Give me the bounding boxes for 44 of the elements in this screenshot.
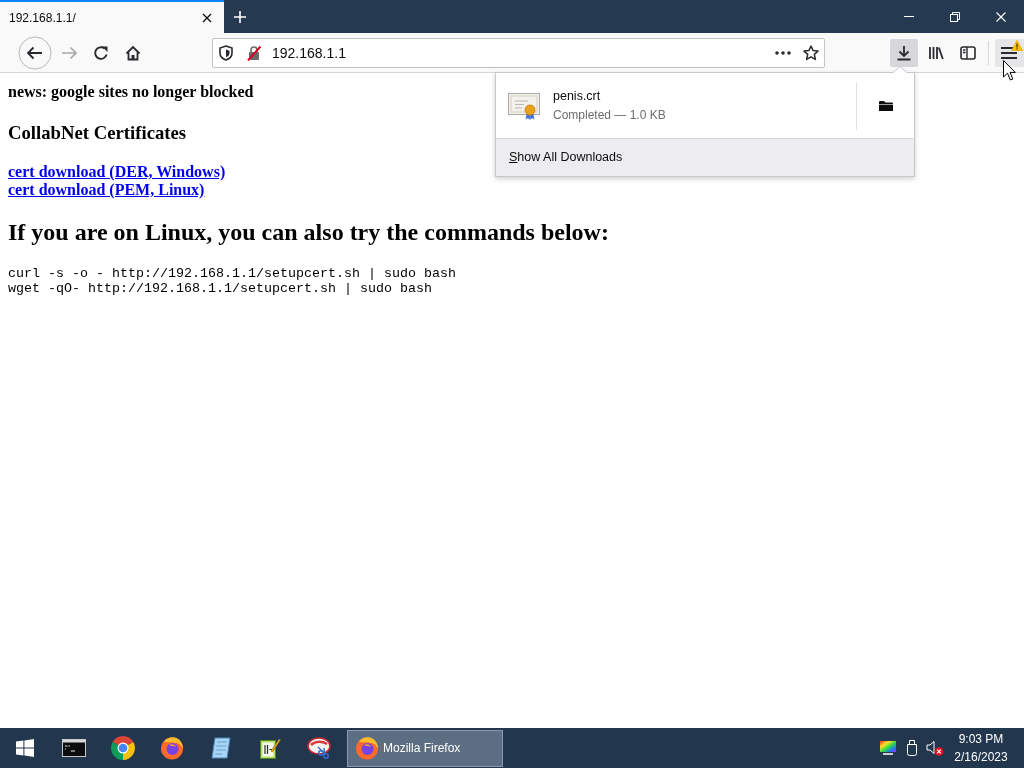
bookmark-star-icon[interactable] — [803, 44, 820, 61]
command-text: wget -qO- http://192.168.1.1/setupcert.sh | sudo bash — [8, 280, 432, 296]
file-name[interactable]: penis.crt — [553, 87, 601, 105]
show-all-downloads-button[interactable]: Show All Downloads — [496, 138, 914, 176]
terminal-icon[interactable] — [61, 739, 86, 757]
firefox-icon — [355, 736, 379, 760]
download-icon — [895, 44, 912, 61]
home-icon[interactable] — [125, 44, 141, 61]
sidebar-icon[interactable] — [959, 45, 976, 60]
taskbar-window-button[interactable]: Mozilla Firefox — [347, 729, 503, 767]
new-tab-icon[interactable] — [234, 10, 246, 23]
clock-date[interactable]: 2/16/2023 — [954, 748, 1008, 766]
windows-start-icon[interactable] — [15, 739, 34, 757]
crossed-lock-icon[interactable] — [246, 44, 262, 61]
close-tab-icon[interactable] — [202, 12, 212, 23]
menu-icon — [1001, 46, 1018, 59]
firefox-icon[interactable] — [159, 736, 184, 760]
download-status: Completed — 1.0 KB — [553, 106, 666, 124]
chrome-icon[interactable] — [110, 736, 135, 760]
clock-time[interactable]: 9:03 PM — [958, 730, 1004, 748]
notepad-icon[interactable] — [209, 737, 232, 759]
usb-drive-icon[interactable] — [906, 740, 918, 756]
download-link[interactable]: cert download (DER, Windows) — [8, 163, 226, 181]
news-text: news: google sites no longer blocked — [8, 83, 254, 101]
section-heading: If you are on Linux, you can also try the commands below: — [8, 218, 609, 246]
color-display-icon[interactable] — [880, 741, 896, 755]
reload-icon[interactable] — [93, 44, 109, 61]
more-dots-icon[interactable] — [775, 50, 792, 55]
browser-tab[interactable]: 192.168.1.1/ — [0, 0, 224, 33]
close-icon[interactable] — [996, 11, 1006, 22]
section-heading: CollabNet Certificates — [8, 122, 187, 144]
command-text: curl -s -o - http://192.168.1.1/setupcert.sh | sudo bash — [8, 265, 456, 281]
library-icon[interactable] — [927, 44, 944, 61]
folder-icon[interactable] — [878, 99, 893, 112]
speaker-muted-icon[interactable] — [926, 740, 944, 756]
restore-icon[interactable] — [950, 11, 960, 22]
certificate-file-icon[interactable] — [508, 91, 540, 120]
shield-icon[interactable] — [219, 44, 233, 61]
downloads-button[interactable] — [890, 38, 918, 67]
address-bar[interactable]: 192.168.1.1 — [212, 37, 826, 68]
notebook-pen-icon[interactable] — [258, 737, 281, 759]
download-link[interactable]: cert download (PEM, Linux) — [8, 181, 205, 199]
tab-title: 192.168.1.1/ — [9, 10, 76, 25]
paint-icon[interactable] — [306, 736, 331, 760]
